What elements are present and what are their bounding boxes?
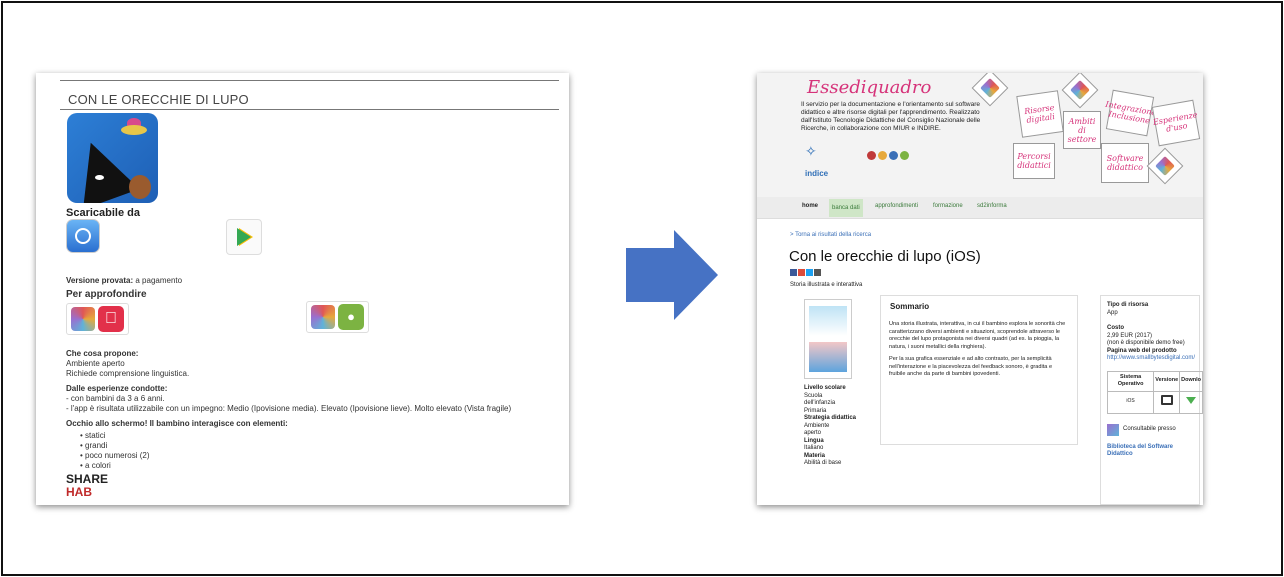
google-plus-icon[interactable] — [798, 269, 805, 276]
category-label: Storia illustrata e interattiva — [790, 282, 863, 288]
nav-formazione[interactable]: formazione — [933, 203, 963, 209]
facebook-icon[interactable] — [790, 269, 797, 276]
download-arrow-icon — [1186, 396, 1197, 404]
library-icon — [1107, 423, 1119, 436]
app-icon — [67, 113, 158, 203]
cube-ambiti[interactable]: Ambiti di settore — [1063, 111, 1101, 149]
nav-sd2informa[interactable]: sd2informa — [977, 203, 1007, 209]
app-title: CON LE ORECCHIE DI LUPO — [68, 92, 249, 107]
apple-icon:  — [98, 306, 124, 332]
cube-deco — [1061, 73, 1099, 109]
list-item: • grandi — [80, 441, 108, 450]
squirrel-icon — [129, 175, 151, 199]
cube-integrazione[interactable]: Integrazione Inclusione — [1105, 89, 1157, 137]
list-item: • a colori — [80, 461, 111, 470]
cube-deco — [1146, 147, 1184, 185]
nav-home[interactable]: home — [802, 203, 818, 209]
cube-software[interactable]: Software didattico — [1101, 143, 1149, 183]
resource-sidebar: Tipo di risorsa App Costo 2,99 EUR (2017… — [1100, 295, 1203, 505]
deepen-label: Per approfondire — [66, 289, 147, 300]
download-table: Sistema Operativo Versione Downlo iOS — [1106, 370, 1203, 414]
summary-paragraph: Per la sua grafica essenziale e ad alto … — [889, 356, 1053, 377]
summary-paragraph: Una storia illustrata, interattiva, in c… — [889, 321, 1066, 350]
os-cell: iOS — [1106, 390, 1155, 414]
main-nav: home banca dati approfondimenti formazio… — [757, 197, 1203, 219]
monitor-icon — [1160, 395, 1173, 406]
share-icons — [790, 269, 821, 276]
metadata-column: Livello scolare Scuola dell'infanzia Pri… — [804, 385, 857, 466]
ios-sheet-link[interactable]:  — [66, 303, 129, 335]
proposal-section: Che cosa propone: Ambiente aperto Richie… — [66, 349, 190, 378]
app-store-icon[interactable] — [66, 219, 100, 253]
experience-section: Dalle esperienze condotte: - con bambini… — [66, 384, 512, 413]
arrow-right-icon — [626, 248, 676, 302]
version-cell[interactable] — [1153, 390, 1181, 414]
essediquadro-icon — [71, 307, 95, 331]
banner-description: Il servizio per la documentazione e l'or… — [801, 101, 981, 132]
consult-row: Consultabile presso — [1107, 423, 1193, 436]
print-icon[interactable] — [814, 269, 821, 276]
twitter-icon[interactable] — [806, 269, 813, 276]
page-title: Con le orecchie di lupo (iOS) — [789, 248, 981, 265]
download-cell[interactable] — [1179, 390, 1203, 414]
nav-banca-dati[interactable]: banca dati — [829, 199, 863, 217]
wolf-eye — [95, 175, 104, 180]
itd-logo-icon: ✧ — [805, 143, 817, 159]
arrow-head — [674, 230, 718, 320]
back-to-results-link[interactable]: > Torna ai risultati della ricerca — [790, 232, 871, 238]
partner-logo-icon — [867, 151, 909, 160]
app-thumbnail — [804, 299, 852, 379]
left-screenshot: CON LE ORECCHIE DI LUPO Scaricabile da V… — [36, 73, 569, 505]
screen-section: Occhio allo schermo! Il bambino interagi… — [66, 419, 288, 470]
android-sheet-link[interactable]: ● — [306, 301, 369, 333]
site-banner: Essediquadro Il servizio per la document… — [757, 73, 1203, 197]
google-play-icon[interactable] — [226, 219, 262, 255]
library-link[interactable]: Biblioteca del Software Didattico — [1107, 444, 1193, 459]
downloadable-label: Scaricabile da — [66, 207, 140, 219]
summary-box: Sommario Una storia illustrata, interatt… — [880, 295, 1078, 445]
product-url-link[interactable]: http://www.smallbytesdigital.com/ — [1107, 355, 1195, 363]
cube-esperienze[interactable]: Esperienze d'uso — [1151, 99, 1201, 147]
sharehab-logo: SHARE HAB — [66, 472, 109, 499]
right-screenshot: Essediquadro Il servizio per la document… — [757, 73, 1203, 505]
list-item: • poco numerosi (2) — [80, 451, 150, 460]
top-divider — [60, 80, 559, 81]
title-divider — [60, 109, 559, 110]
ufo-icon — [121, 125, 147, 135]
summary-title: Sommario — [890, 302, 930, 311]
brand-logo[interactable]: Essediquadro — [807, 77, 931, 98]
nav-approfondimenti[interactable]: approfondimenti — [875, 203, 918, 209]
cube-risorse[interactable]: Risorse digitali — [1016, 90, 1064, 138]
essediquadro-icon — [311, 305, 335, 329]
indire-logo: indice — [805, 169, 829, 178]
cube-percorsi[interactable]: Percorsi didattici — [1013, 143, 1055, 179]
android-icon: ● — [338, 304, 364, 330]
list-item: • statici — [80, 431, 106, 440]
wolf-icon — [67, 132, 140, 203]
tested-version: Versione provata: a pagamento — [66, 276, 183, 285]
